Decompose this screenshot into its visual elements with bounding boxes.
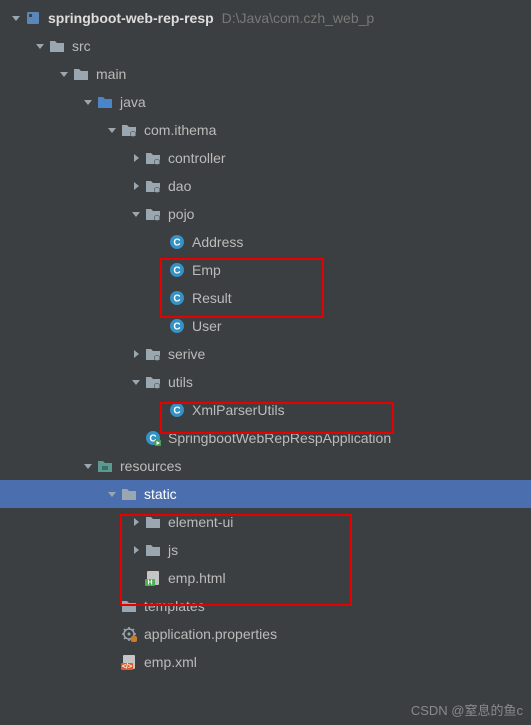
tree-label: emp.html <box>168 570 226 586</box>
tree-item-dao[interactable]: dao <box>0 172 531 200</box>
chevron-down-icon[interactable] <box>128 376 144 388</box>
tree-label: com.ithema <box>144 122 216 138</box>
chevron-right-icon[interactable] <box>128 152 144 164</box>
tree-label: java <box>120 94 146 110</box>
class-icon <box>168 289 186 307</box>
tree-label: static <box>144 486 177 502</box>
tree-item-class-user[interactable]: User <box>0 312 531 340</box>
tree-label: controller <box>168 150 226 166</box>
folder-icon <box>48 37 66 55</box>
class-icon <box>168 317 186 335</box>
chevron-down-icon[interactable] <box>8 12 24 24</box>
tree-item-src[interactable]: src <box>0 32 531 60</box>
tree-label: Emp <box>192 262 221 278</box>
folder-icon <box>72 65 90 83</box>
class-icon <box>168 401 186 419</box>
folder-icon <box>144 513 162 531</box>
chevron-down-icon[interactable] <box>80 96 96 108</box>
html-file-icon <box>144 569 162 587</box>
tree-item-appprops[interactable]: application.properties <box>0 620 531 648</box>
tree-label: js <box>168 542 178 558</box>
tree-label: dao <box>168 178 191 194</box>
package-icon <box>144 177 162 195</box>
tree-item-project-root[interactable]: springboot-web-rep-resp D:\Java\com.czh_… <box>0 4 531 32</box>
package-icon <box>144 345 162 363</box>
tree-label: SpringbootWebRepRespApplication <box>168 430 391 446</box>
chevron-right-icon[interactable] <box>128 180 144 192</box>
runnable-class-icon <box>144 429 162 447</box>
tree-item-templates[interactable]: templates <box>0 592 531 620</box>
tree-label: element-ui <box>168 514 233 530</box>
tree-label: emp.xml <box>144 654 197 670</box>
source-folder-icon <box>96 93 114 111</box>
chevron-down-icon[interactable] <box>56 68 72 80</box>
chevron-right-icon[interactable] <box>128 544 144 556</box>
package-icon <box>120 121 138 139</box>
folder-icon <box>120 485 138 503</box>
tree-item-serive[interactable]: serive <box>0 340 531 368</box>
tree-label: resources <box>120 458 181 474</box>
tree-item-java[interactable]: java <box>0 88 531 116</box>
properties-file-icon <box>120 625 138 643</box>
tree-item-class-result[interactable]: Result <box>0 284 531 312</box>
folder-icon <box>144 541 162 559</box>
chevron-down-icon[interactable] <box>128 208 144 220</box>
watermark: CSDN @窒息的鱼c <box>411 700 523 719</box>
package-icon <box>144 205 162 223</box>
chevron-down-icon[interactable] <box>32 40 48 52</box>
tree-item-emphtml[interactable]: emp.html <box>0 564 531 592</box>
tree-item-static[interactable]: static <box>0 480 531 508</box>
tree-item-js[interactable]: js <box>0 536 531 564</box>
project-tree: springboot-web-rep-resp D:\Java\com.czh_… <box>0 0 531 676</box>
tree-label: serive <box>168 346 205 362</box>
class-icon <box>168 261 186 279</box>
project-path: D:\Java\com.czh_web_p <box>222 10 375 26</box>
tree-label: Result <box>192 290 232 306</box>
tree-item-pojo[interactable]: pojo <box>0 200 531 228</box>
xml-file-icon <box>120 653 138 671</box>
tree-item-class-address[interactable]: Address <box>0 228 531 256</box>
module-icon <box>24 9 42 27</box>
tree-item-empxml[interactable]: emp.xml <box>0 648 531 676</box>
folder-icon <box>120 597 138 615</box>
tree-label: User <box>192 318 222 334</box>
tree-item-elementui[interactable]: element-ui <box>0 508 531 536</box>
package-icon <box>144 373 162 391</box>
tree-label: Address <box>192 234 243 250</box>
package-icon <box>144 149 162 167</box>
tree-item-class-xmlparserutils[interactable]: XmlParserUtils <box>0 396 531 424</box>
tree-label: pojo <box>168 206 194 222</box>
tree-label: utils <box>168 374 193 390</box>
tree-label: src <box>72 38 91 54</box>
chevron-down-icon[interactable] <box>104 124 120 136</box>
tree-item-class-emp[interactable]: Emp <box>0 256 531 284</box>
tree-item-controller[interactable]: controller <box>0 144 531 172</box>
chevron-right-icon[interactable] <box>128 516 144 528</box>
chevron-right-icon[interactable] <box>128 348 144 360</box>
class-icon <box>168 233 186 251</box>
tree-item-main[interactable]: main <box>0 60 531 88</box>
tree-item-package[interactable]: com.ithema <box>0 116 531 144</box>
tree-label: templates <box>144 598 205 614</box>
tree-item-resources[interactable]: resources <box>0 452 531 480</box>
project-name: springboot-web-rep-resp <box>48 10 214 26</box>
tree-label: XmlParserUtils <box>192 402 285 418</box>
resources-folder-icon <box>96 457 114 475</box>
tree-label: main <box>96 66 126 82</box>
tree-item-utils[interactable]: utils <box>0 368 531 396</box>
tree-item-class-application[interactable]: SpringbootWebRepRespApplication <box>0 424 531 452</box>
chevron-down-icon[interactable] <box>80 460 96 472</box>
chevron-down-icon[interactable] <box>104 488 120 500</box>
tree-label: application.properties <box>144 626 277 642</box>
